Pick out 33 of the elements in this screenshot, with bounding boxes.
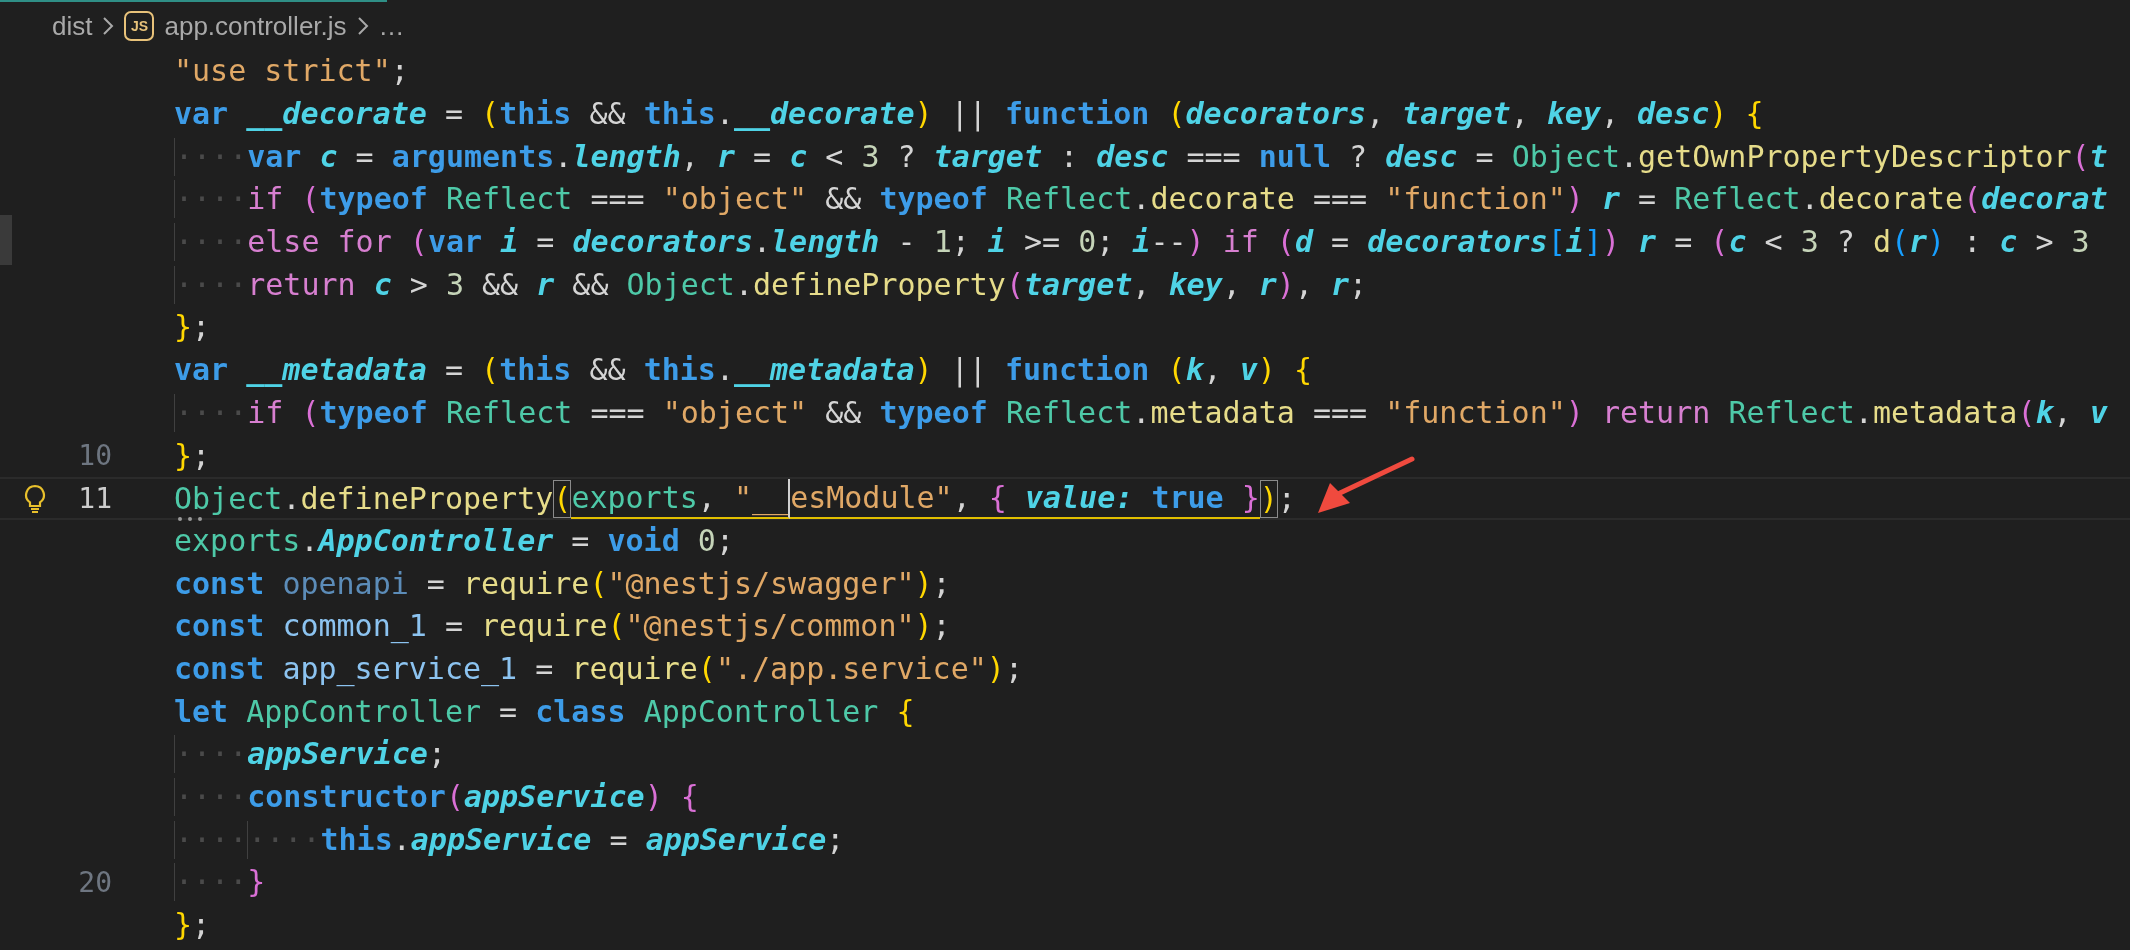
code-line: var __decorate = (this && this.__decorate) || function (decorators, target, key, desc) { — [174, 95, 1764, 134]
lightbulb-icon[interactable] — [24, 483, 46, 514]
js-file-icon: JS — [124, 11, 155, 41]
breadcrumb-item[interactable]: app.controller.js — [164, 10, 347, 42]
code-line: ····if (typeof Reflect === "object" && typeof Reflect.decorate === "function") r = Reflect.decorate(decorat — [174, 180, 2108, 219]
breadcrumb-item[interactable]: dist — [52, 10, 93, 42]
code-line: let AppController = class AppController { — [174, 692, 915, 731]
code-line: exports.AppController = void 0; — [174, 521, 734, 560]
code-line: const app_service_1 = require("./app.service"); — [174, 649, 1023, 688]
scroll-marker — [0, 215, 12, 265]
code-line: }; — [174, 436, 211, 475]
code-line: }; — [174, 308, 211, 347]
code-line: ····appService; — [174, 735, 446, 774]
code-line: ····return c > 3 && r && Object.defineProperty(target, key, r), r; — [174, 265, 1368, 304]
hint-dots-icon[interactable] — [176, 515, 204, 522]
line-number: 10 — [77, 439, 112, 473]
chevron-icon — [102, 16, 115, 36]
line-number: 20 — [77, 865, 112, 899]
code-line: ········this.appService = appService; — [174, 820, 845, 859]
code-line: ····constructor(appService) { — [174, 778, 699, 817]
chevron-icon — [356, 16, 369, 36]
code-line: "use strict"; — [174, 52, 409, 91]
code-line: ····else for (var i = decorators.length - 1; i >= 0; i--) if (d = decorators[i]) r = (c < 3 ? d(r) : c > 3 — [174, 223, 2090, 262]
code-line: ····} — [174, 863, 266, 902]
code-line: const common_1 = require("@nestjs/common"); — [174, 607, 951, 646]
code-line: ····if (typeof Reflect === "object" && typeof Reflect.metadata === "function") return Reflect.metadata(k, v — [174, 393, 2108, 432]
line-number: 11 — [77, 482, 112, 516]
code-line: var __metadata = (this && this.__metadata) || function (k, v) { — [174, 351, 1312, 390]
code-line: const openapi = require("@nestjs/swagger"); — [174, 564, 951, 603]
code-line: ····var c = arguments.length, r = c < 3 ? target : desc === null ? desc = Object.getOwnPropertyDescriptor(t — [174, 137, 2108, 176]
breadcrumb-item[interactable]: … — [378, 10, 405, 42]
code-line: Object.defineProperty(exports, "__esModule", { value: true }); — [174, 478, 1296, 519]
code-line: }; — [174, 906, 211, 945]
